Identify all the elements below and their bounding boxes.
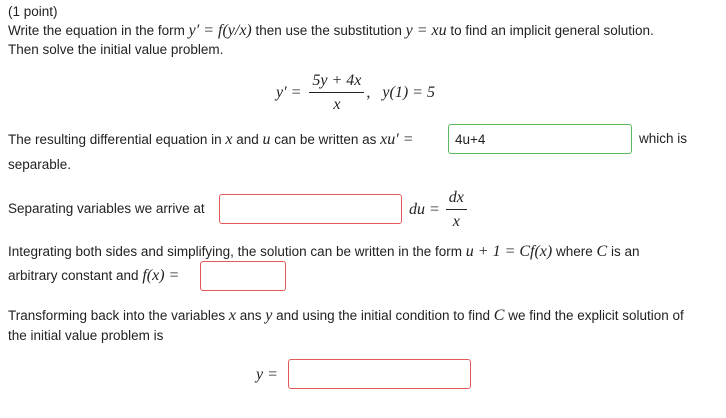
step1-text-b: and bbox=[232, 132, 263, 147]
step4-text-c: and using the initial condition to find bbox=[272, 308, 494, 323]
ivp-denominator: x bbox=[333, 96, 341, 113]
step1-expression: xu′ = bbox=[380, 131, 414, 148]
intro-line-2: Then solve the initial value problem. bbox=[8, 42, 224, 57]
step3-text-d: arbitrary constant and bbox=[8, 268, 143, 283]
ivp-equation: y′ = 5y + 4x x , y(1) = 5 bbox=[276, 72, 435, 114]
step2-numerator: dx bbox=[445, 189, 467, 210]
step3-line-1: Integrating both sides and simplifying, … bbox=[8, 243, 639, 261]
step1-text-a: The resulting differential equation in bbox=[8, 132, 226, 147]
step4-answer-input[interactable] bbox=[288, 359, 471, 389]
step3-fx-expression: f(x) = bbox=[142, 267, 180, 284]
step1-which-is: which is bbox=[639, 131, 688, 146]
step3-text-b: where bbox=[552, 244, 597, 259]
step4-var-c: C bbox=[493, 307, 505, 324]
ivp-numerator: 5y + 4x bbox=[309, 72, 365, 93]
step1-text-c: can be written as bbox=[270, 132, 381, 147]
step2-label: Separating variables we arrive at bbox=[8, 201, 205, 216]
step3-text-c: is an bbox=[607, 244, 640, 259]
step2-denominator: x bbox=[452, 213, 460, 230]
step2-fraction: dx x bbox=[445, 189, 467, 231]
step2-answer-input[interactable] bbox=[219, 194, 402, 224]
step3-line-2: arbitrary constant and f(x) = bbox=[8, 267, 179, 285]
step1-answer-input[interactable] bbox=[448, 124, 632, 154]
step4-text-b: ans bbox=[235, 308, 266, 323]
step1-separable: separable. bbox=[8, 157, 72, 172]
step4-y-expression: y = bbox=[256, 366, 278, 383]
step4-text-a: Transforming back into the variables bbox=[8, 308, 229, 323]
step2-du-equation: du = dx x bbox=[409, 189, 467, 231]
step3-answer-input[interactable] bbox=[200, 261, 286, 291]
ivp-fraction: 5y + 4x x bbox=[309, 72, 365, 114]
ivp-initial-condition: y(1) = 5 bbox=[382, 84, 435, 101]
step3-form-expression: u + 1 = Cf(x) bbox=[465, 243, 553, 260]
form-expression: y′ = f(y/x) bbox=[188, 22, 252, 39]
step3-text-a: Integrating both sides and simplifying, … bbox=[8, 244, 466, 259]
step4-text-d: we find the explicit solution of bbox=[504, 308, 684, 323]
ivp-comma: , bbox=[366, 84, 371, 101]
substitution-expression: y = xu bbox=[405, 22, 447, 39]
step1-line: The resulting differential equation in x… bbox=[8, 131, 414, 149]
intro-text-b: then use the substitution bbox=[251, 23, 406, 38]
intro-line-1: Write the equation in the form y′ = f(y/… bbox=[8, 22, 654, 40]
step4-var-x: x bbox=[228, 307, 236, 324]
intro-text-c: to find an implicit general solution. bbox=[446, 23, 654, 38]
points-label: (1 point) bbox=[8, 4, 58, 19]
ivp-lhs: y′ = bbox=[276, 84, 302, 101]
step1-var-x: x bbox=[225, 131, 233, 148]
step1-var-u: u bbox=[262, 131, 271, 148]
step3-var-c: C bbox=[596, 243, 608, 260]
step4-line-2: the initial value problem is bbox=[8, 328, 164, 343]
step4-line-1: Transforming back into the variables x a… bbox=[8, 307, 684, 325]
step2-du: du = bbox=[409, 201, 440, 218]
intro-text-a: Write the equation in the form bbox=[8, 23, 189, 38]
